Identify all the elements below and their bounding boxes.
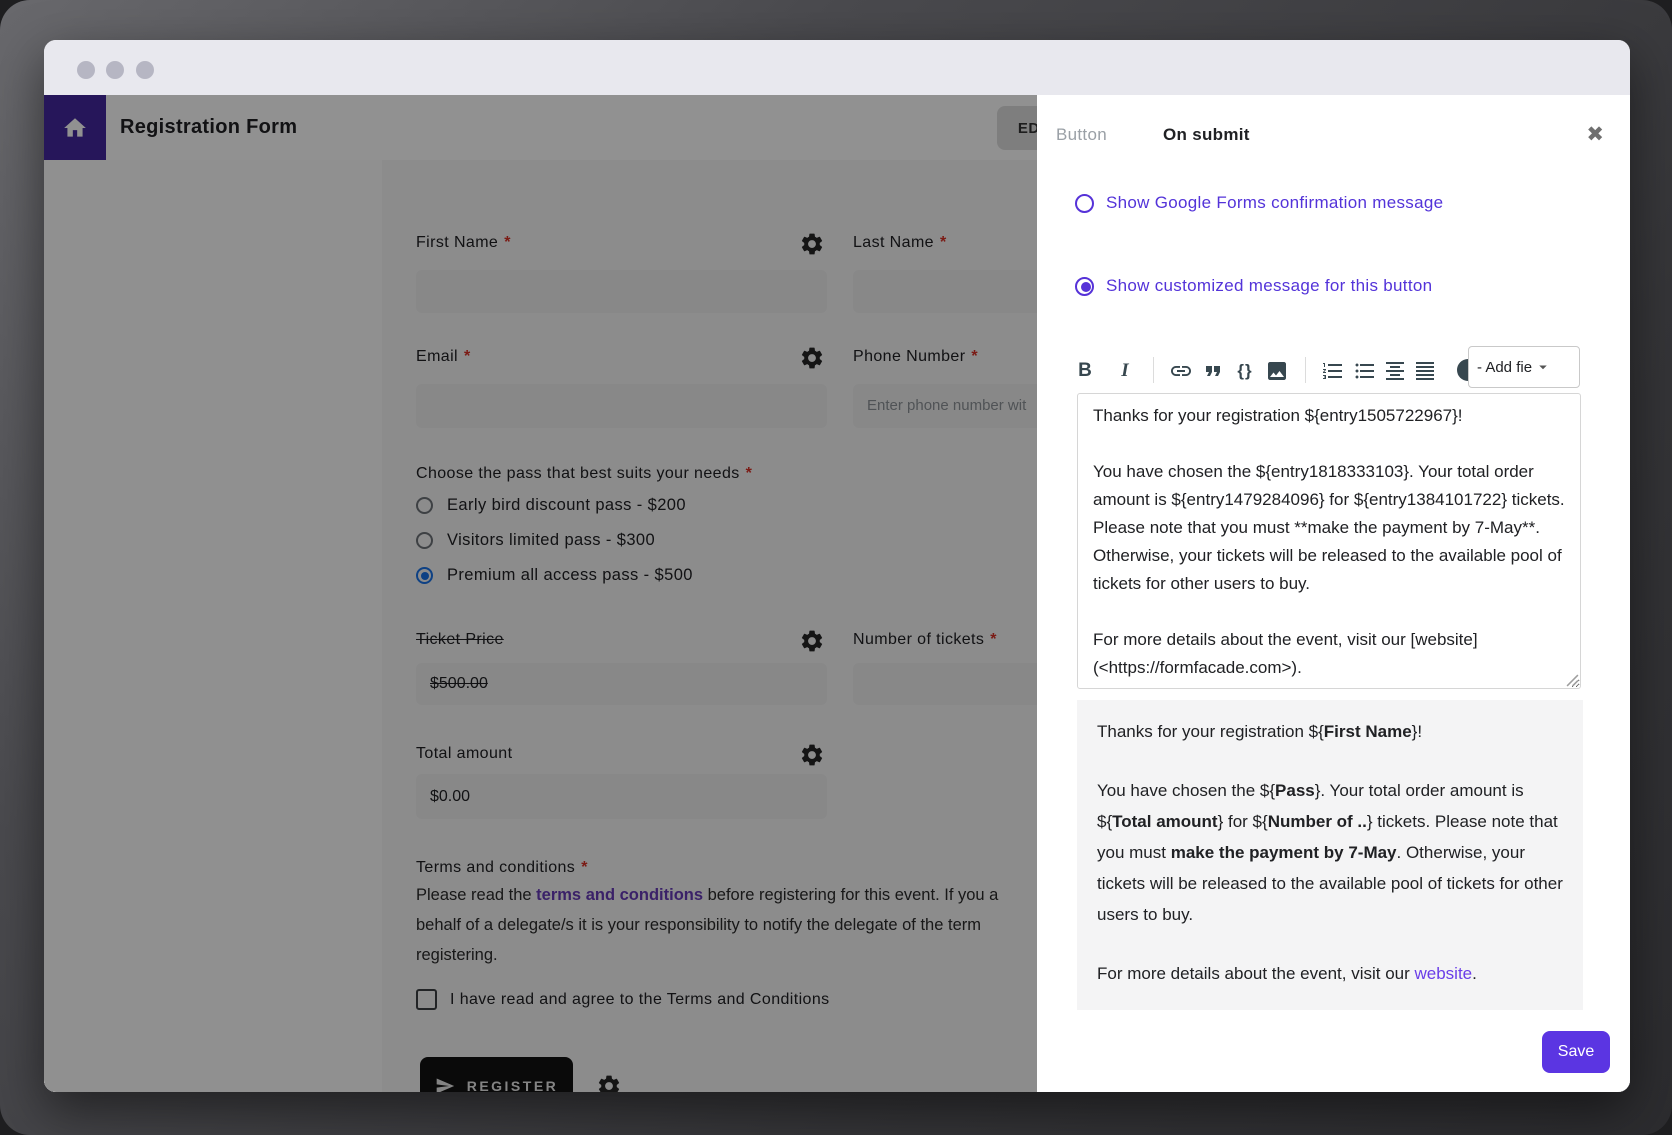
message-preview: Thanks for your registration ${First Nam… — [1077, 700, 1583, 1010]
link-icon — [1169, 359, 1193, 383]
radio-icon — [1075, 194, 1094, 213]
radio-selected-icon — [1075, 277, 1094, 296]
toolbar-divider — [1153, 357, 1154, 383]
bullet-list-icon — [1353, 359, 1377, 383]
option-customized-message[interactable]: Show customized message for this button — [1075, 276, 1432, 296]
toolbar-divider — [1305, 357, 1306, 383]
message-editor-wrap: Thanks for your registration ${entry1505… — [1077, 393, 1581, 689]
link-button[interactable] — [1167, 357, 1195, 385]
blockquote-button[interactable] — [1199, 357, 1227, 385]
tab-on-submit[interactable]: On submit — [1163, 125, 1250, 145]
browser-titlebar — [44, 40, 1630, 95]
align-center-button[interactable] — [1381, 357, 1409, 385]
save-button[interactable]: Save — [1542, 1031, 1610, 1073]
align-center-icon — [1383, 359, 1407, 383]
option-google-forms-message[interactable]: Show Google Forms confirmation message — [1075, 193, 1443, 213]
ordered-list-icon — [1321, 359, 1345, 383]
traffic-light-dot — [136, 61, 154, 79]
on-submit-panel: Button On submit ✖ Show Google Forms con… — [1037, 95, 1630, 1092]
image-button[interactable] — [1263, 357, 1291, 385]
tab-button[interactable]: Button — [1056, 125, 1107, 145]
chevron-down-icon — [1534, 358, 1552, 376]
traffic-light-dot — [77, 61, 95, 79]
image-icon — [1265, 359, 1289, 383]
browser-window: Registration Form EDIT First Name* Last … — [44, 40, 1630, 1092]
message-editor[interactable]: Thanks for your registration ${entry1505… — [1077, 393, 1581, 689]
preview-paragraph: For more details about the event, visit … — [1097, 958, 1563, 989]
bullet-list-button[interactable] — [1351, 357, 1379, 385]
align-justify-icon — [1413, 359, 1437, 383]
screenshot-frame: Registration Form EDIT First Name* Last … — [0, 0, 1672, 1135]
preview-paragraph: You have chosen the ${Pass}. Your total … — [1097, 775, 1563, 930]
italic-button[interactable]: I — [1111, 357, 1139, 385]
bold-button[interactable]: B — [1071, 357, 1099, 385]
ordered-list-button[interactable] — [1319, 357, 1347, 385]
add-field-dropdown[interactable]: - Add fie — [1468, 346, 1580, 388]
traffic-light-dot — [106, 61, 124, 79]
preview-paragraph: Thanks for your registration ${First Nam… — [1097, 716, 1563, 747]
align-justify-button[interactable] — [1411, 357, 1439, 385]
quote-icon — [1201, 359, 1225, 383]
app-viewport: Registration Form EDIT First Name* Last … — [44, 95, 1630, 1092]
close-icon[interactable]: ✖ — [1580, 121, 1610, 148]
code-button[interactable]: {} — [1231, 357, 1259, 385]
